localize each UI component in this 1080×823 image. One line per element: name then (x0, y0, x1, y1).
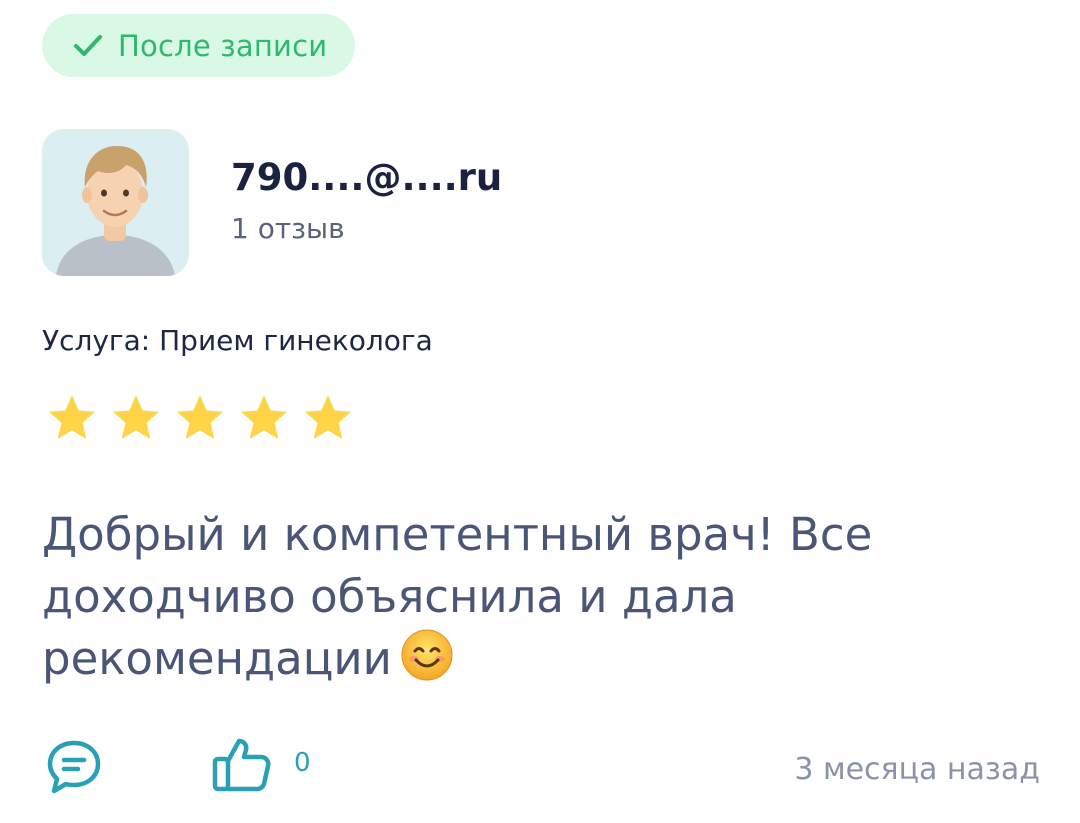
user-avatar-illustration (42, 129, 189, 276)
thumbs-up-icon[interactable] (211, 735, 273, 793)
like-count: 0 (294, 748, 311, 778)
rating-stars (46, 392, 354, 444)
star-icon (305, 395, 351, 439)
review-body: Добрый и компетентный врач! Все доходчив… (42, 508, 873, 685)
star-icon (113, 395, 159, 439)
star-icon (241, 395, 287, 439)
review-timestamp: 3 месяца назад (794, 752, 1040, 787)
service-label: Услуга: Прием гинеколога (42, 324, 433, 357)
star-icon (177, 395, 223, 439)
status-badge-label: После записи (118, 28, 328, 63)
star-icon (49, 395, 95, 439)
smiling-face-emoji (401, 629, 453, 681)
avatar (42, 129, 189, 276)
status-badge: После записи (42, 14, 356, 77)
author-name: 790....@....ru (231, 156, 503, 199)
author-review-count: 1 отзыв (231, 212, 345, 245)
check-icon (74, 34, 102, 56)
comment-icon[interactable] (45, 738, 103, 796)
review-text: Добрый и компетентный врач! Все доходчив… (42, 504, 1042, 690)
